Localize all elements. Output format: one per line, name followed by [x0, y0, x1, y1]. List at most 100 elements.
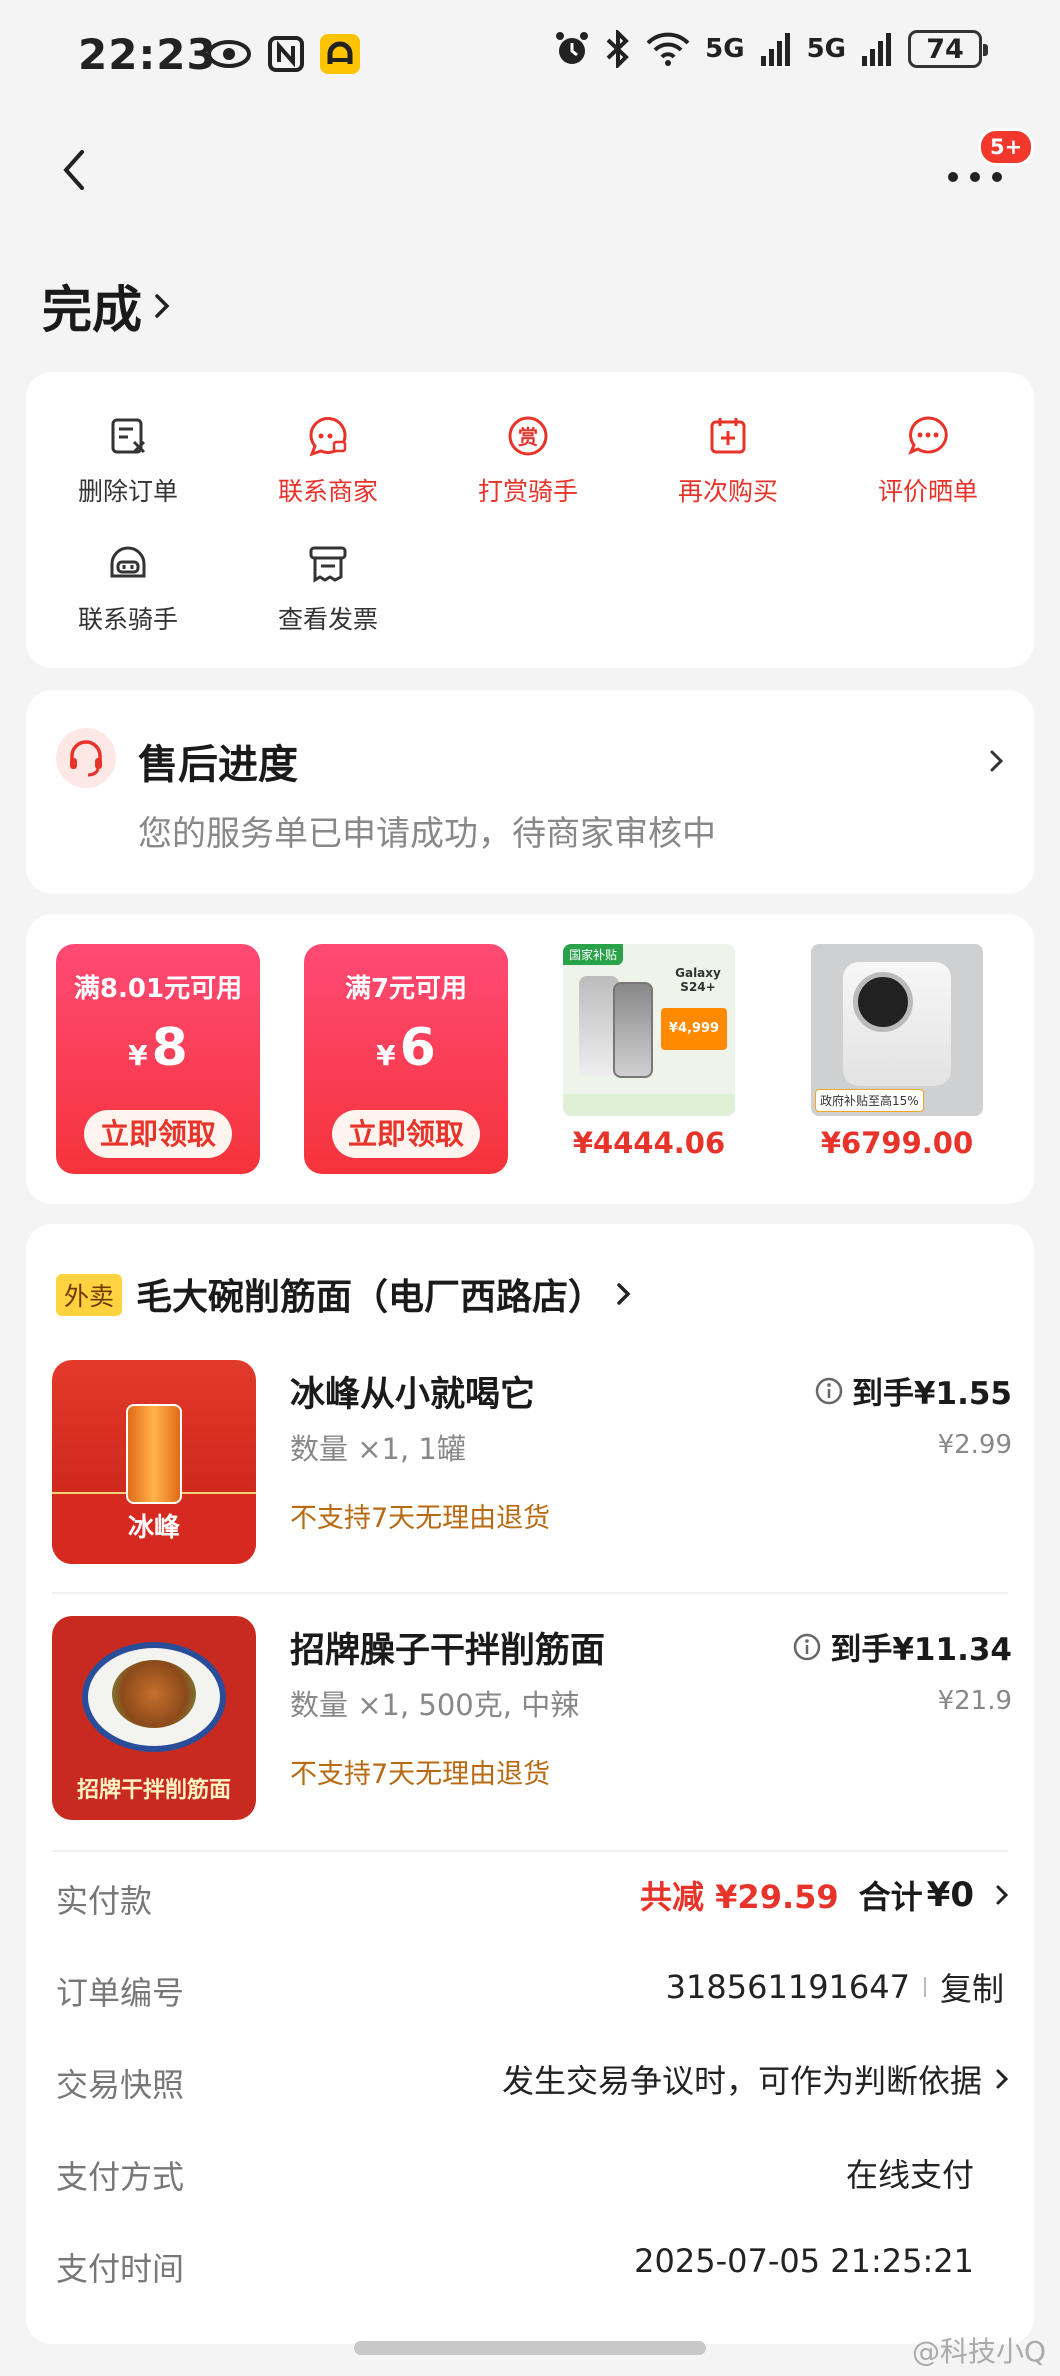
product-price: ¥4444.06 [572, 1126, 726, 1160]
battery-indicator: 74 [908, 30, 988, 68]
chevron-left-icon [63, 150, 84, 190]
tip-rider-button[interactable]: 赏 打赏骑手 [448, 414, 608, 508]
coupon-card[interactable]: 满8.01元可用 ¥8 立即领取 [56, 944, 260, 1174]
contact-merchant-icon [309, 417, 347, 457]
can-shape [126, 1404, 182, 1504]
separator [923, 1977, 926, 1997]
paid-label: 实付款 [56, 1882, 153, 1920]
snapshot-link[interactable]: 发生交易争议时，可作为判断依据 [502, 2056, 1010, 2102]
nfc-icon [268, 36, 304, 72]
order-actions-card: 删除订单 联系商家 赏 打赏骑手 再次购买 评价晒单 联系骑手 查看发票 [26, 372, 1034, 668]
action-label: 评价晒单 [877, 477, 978, 506]
svg-text:赏: 赏 [518, 425, 538, 449]
reorder-icon [710, 418, 746, 454]
network-label-2: 5G [806, 34, 846, 64]
product-price: ¥6799.00 [820, 1126, 974, 1160]
info-icon[interactable] [814, 1376, 844, 1406]
info-icon[interactable] [792, 1632, 822, 1662]
item-return-policy: 不支持7天无理由退货 [290, 1759, 551, 1790]
action-label: 查看发票 [277, 605, 378, 634]
order-number-label: 订单编号 [56, 1974, 185, 2012]
tip-rider-icon: 赏 [508, 416, 548, 456]
product-recommendation[interactable]: 国家补贴 Galaxy S24+ ¥4,999 ¥4444.06 [560, 944, 738, 1160]
contact-rider-button[interactable]: 联系骑手 [48, 542, 208, 636]
action-label: 联系骑手 [77, 605, 178, 634]
copy-button[interactable]: 复制 [940, 1964, 1004, 2010]
coupon-value: 8 [151, 1018, 188, 1078]
order-status-label: 完成 [42, 281, 142, 339]
claim-coupon-button[interactable]: 立即领取 [84, 1110, 232, 1158]
chevron-right-icon [996, 2069, 1009, 2089]
watermark: @科技小Q [911, 2335, 1046, 2368]
after-sales-description: 您的服务单已申请成功，待商家审核中 [138, 814, 716, 854]
total-amount: ¥0 [926, 1875, 974, 1915]
item-return-policy: 不支持7天无理由退货 [290, 1503, 551, 1534]
after-sales-card[interactable]: 售后进度 您的服务单已申请成功，待商家审核中 [26, 690, 1034, 894]
coupon-amount: ¥8 [56, 1018, 260, 1078]
after-sales-title: 售后进度 [138, 742, 298, 788]
alarm-icon [556, 32, 589, 64]
order-item[interactable]: 招牌干拌削筋面 招牌臊子干拌削筋面 数量 ×1, 500克, 中辣 不支持7天无… [52, 1616, 1012, 1822]
item-quantity: 数量 ×1, 500克, 中辣 [290, 1688, 580, 1722]
promo-price: ¥4,999 [661, 1008, 727, 1050]
chevron-right-icon [996, 1885, 1009, 1905]
store-name-link[interactable]: 毛大碗削筋面（电厂西路店） [136, 1268, 634, 1320]
order-item[interactable]: 冰峰 冰峰从小就喝它 数量 ×1, 1罐 不支持7天无理由退货 到手¥1.55 … [52, 1360, 1012, 1566]
headset-icon [56, 728, 116, 788]
payment-time-label: 支付时间 [56, 2250, 185, 2288]
divider [52, 1592, 1008, 1594]
order-number: 318561191647 [665, 1968, 910, 2006]
order-number-row: 318561191647 复制 [666, 1964, 1004, 2010]
product-tag: 政府补贴至高15% [815, 1089, 924, 1112]
product-image: 政府补贴至高15% [811, 944, 983, 1116]
review-icon [908, 416, 948, 455]
product-recommendation[interactable]: 政府补贴至高15% ¥6799.00 [808, 944, 986, 1160]
item-image: 冰峰 [52, 1360, 256, 1564]
phone-shape [613, 982, 653, 1078]
delete-order-button[interactable]: 删除订单 [48, 414, 208, 508]
coupon-card[interactable]: 满7元可用 ¥6 立即领取 [304, 944, 508, 1174]
notification-badge: 5+ [978, 128, 1035, 166]
contact-rider-icon [110, 546, 146, 578]
review-button[interactable]: 评价晒单 [848, 414, 1008, 508]
image-caption: 冰峰 [127, 1513, 180, 1543]
contact-merchant-button[interactable]: 联系商家 [248, 414, 408, 508]
action-label: 联系商家 [277, 477, 378, 506]
signal-icon [760, 33, 790, 66]
coupon-currency: ¥ [376, 1039, 396, 1072]
product-model-text: Galaxy S24+ [675, 966, 721, 994]
bluetooth-icon [606, 30, 629, 68]
action-label: 打赏骑手 [477, 477, 578, 506]
paid-summary[interactable]: 共减 ¥29.59 合计 ¥0 [640, 1872, 1010, 1918]
item-quantity: 数量 ×1, 1罐 [290, 1432, 466, 1466]
item-image: 招牌干拌削筋面 [52, 1616, 256, 1820]
snapshot-label: 交易快照 [56, 2066, 185, 2104]
item-final-price: 到手¥1.55 [851, 1376, 1012, 1412]
product-image: 国家补贴 Galaxy S24+ ¥4,999 [563, 944, 735, 1116]
back-button[interactable] [50, 140, 100, 200]
status-time: 22:23 [78, 30, 217, 79]
item-original-price: ¥2.99 [937, 1430, 1012, 1460]
coupon-amount: ¥6 [304, 1018, 508, 1078]
action-label: 删除订单 [77, 477, 178, 506]
home-indicator[interactable] [354, 2341, 706, 2355]
product-tag: 国家补贴 [563, 944, 624, 965]
item-final-price: 到手¥11.34 [830, 1632, 1012, 1668]
app-notification-icon [320, 34, 360, 74]
item-name: 冰峰从小就喝它 [290, 1375, 536, 1415]
order-details-card: 外卖 毛大碗削筋面（电厂西路店） 冰峰 冰峰从小就喝它 数量 ×1, 1罐 不支… [26, 1224, 1034, 2344]
action-label: 再次购买 [677, 477, 778, 506]
order-status-title[interactable]: 完成 [42, 270, 174, 342]
view-invoice-button[interactable]: 查看发票 [248, 542, 408, 636]
wifi-icon [646, 32, 690, 66]
delivery-tag: 外卖 [56, 1274, 123, 1316]
status-right-icons: 5G 5G 74 [553, 30, 988, 68]
coupons-card: 满8.01元可用 ¥8 立即领取 满7元可用 ¥6 立即领取 国家补贴 Gala… [26, 914, 1034, 1204]
reorder-button[interactable]: 再次购买 [648, 414, 808, 508]
coupon-value: 6 [399, 1018, 436, 1078]
coupon-condition: 满7元可用 [344, 974, 468, 1004]
payment-method-label: 支付方式 [56, 2158, 185, 2196]
item-original-price: ¥21.9 [937, 1686, 1012, 1716]
claim-coupon-button[interactable]: 立即领取 [332, 1110, 480, 1158]
item-price: 到手¥11.34 [792, 1624, 1012, 1669]
